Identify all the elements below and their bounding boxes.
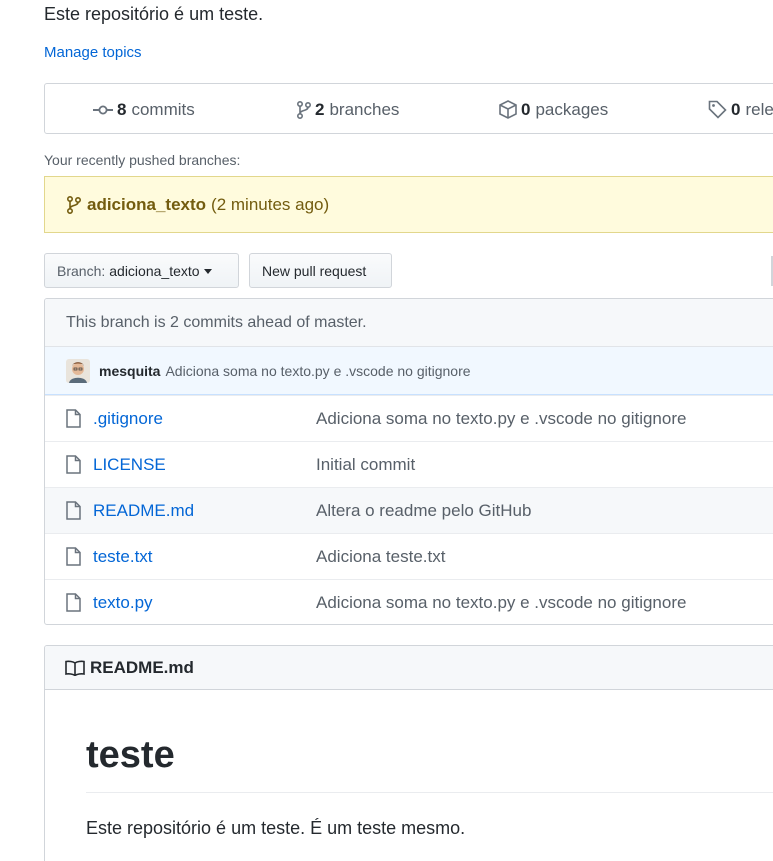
package-icon — [499, 100, 517, 119]
file-commit-message[interactable]: Adiciona soma no texto.py e .vscode no g… — [316, 409, 686, 429]
file-name-link[interactable]: teste.txt — [93, 547, 153, 567]
commit-message[interactable]: Adiciona soma no texto.py e .vscode no g… — [165, 363, 470, 379]
releases-count: 0 — [731, 99, 741, 119]
recent-branch-time: (2 minutes ago) — [211, 194, 330, 214]
repo-page: Este repositório é um teste. Manage topi… — [0, 0, 773, 861]
recent-branch-banner: adiciona_texto (2 minutes ago) — [44, 176, 773, 233]
branches-label: branches — [329, 99, 400, 119]
file-icon — [66, 593, 81, 612]
branches-count: 2 — [315, 99, 325, 119]
file-icon — [66, 547, 81, 566]
new-pull-request-button[interactable]: New pull request — [249, 253, 392, 288]
avatar[interactable] — [66, 358, 90, 383]
chevron-down-icon — [203, 269, 212, 274]
file-row: LICENSE Initial commit — [45, 441, 773, 487]
recent-branches-label: Your recently pushed branches: — [44, 152, 241, 168]
branches-stat[interactable]: 2 branches — [297, 84, 399, 135]
readme-title: README.md — [90, 657, 194, 677]
commits-label: commits — [131, 99, 195, 119]
releases-label: rele — [745, 99, 773, 119]
commits-stat[interactable]: 8 commits — [93, 84, 195, 135]
file-name-link[interactable]: README.md — [93, 501, 194, 521]
file-row: texto.py Adiciona soma no texto.py e .vs… — [45, 579, 773, 624]
book-icon — [65, 660, 85, 676]
file-name-link[interactable]: LICENSE — [93, 455, 166, 475]
file-commit-message[interactable]: Altera o readme pelo GitHub — [316, 501, 531, 521]
branch-select-value: adiciona_texto — [109, 262, 200, 279]
file-row: teste.txt Adiciona teste.txt — [45, 533, 773, 579]
latest-commit-bar: mesquita Adiciona soma no texto.py e .vs… — [45, 347, 773, 395]
manage-topics-link[interactable]: Manage topics — [44, 44, 142, 61]
branch-icon — [297, 100, 311, 119]
branch-select-label: Branch: — [57, 262, 106, 279]
file-row: README.md Altera o readme pelo GitHub — [45, 487, 773, 533]
file-commit-message[interactable]: Initial commit — [316, 455, 415, 475]
file-icon — [66, 455, 81, 474]
recent-branch-link[interactable]: adiciona_texto — [87, 195, 206, 215]
readme-header: README.md — [45, 646, 773, 690]
branch-icon — [67, 195, 81, 214]
readme-divider — [86, 792, 773, 793]
commit-icon — [93, 105, 113, 114]
file-commit-message[interactable]: Adiciona soma no texto.py e .vscode no g… — [316, 593, 686, 613]
readme-body: Este repositório é um teste. É um teste … — [86, 818, 466, 838]
commits-count: 8 — [117, 99, 127, 119]
branch-ahead-notice: This branch is 2 commits ahead of master… — [45, 299, 773, 347]
repo-stats-bar: 8 commits 2 branches 0 packages 0 rele — [44, 83, 773, 134]
packages-count: 0 — [521, 99, 531, 119]
packages-stat[interactable]: 0 packages — [499, 84, 608, 135]
file-row: .gitignore Adiciona soma no texto.py e .… — [45, 395, 773, 441]
file-browser: This branch is 2 commits ahead of master… — [44, 298, 773, 625]
repo-description: Este repositório é um teste. — [44, 4, 264, 24]
commit-author[interactable]: mesquita — [99, 363, 160, 379]
file-name-link[interactable]: .gitignore — [93, 409, 163, 429]
readme-panel: README.md teste Este repositório é um te… — [44, 645, 773, 861]
releases-stat[interactable]: 0 rele — [708, 84, 773, 135]
file-icon — [66, 501, 81, 520]
branch-select-button[interactable]: Branch: adiciona_texto — [44, 253, 239, 288]
file-name-link[interactable]: texto.py — [93, 593, 153, 613]
file-commit-message[interactable]: Adiciona teste.txt — [316, 547, 445, 567]
packages-label: packages — [535, 99, 609, 119]
file-icon — [66, 409, 81, 428]
readme-heading: teste — [86, 734, 175, 776]
tag-icon — [708, 100, 727, 119]
